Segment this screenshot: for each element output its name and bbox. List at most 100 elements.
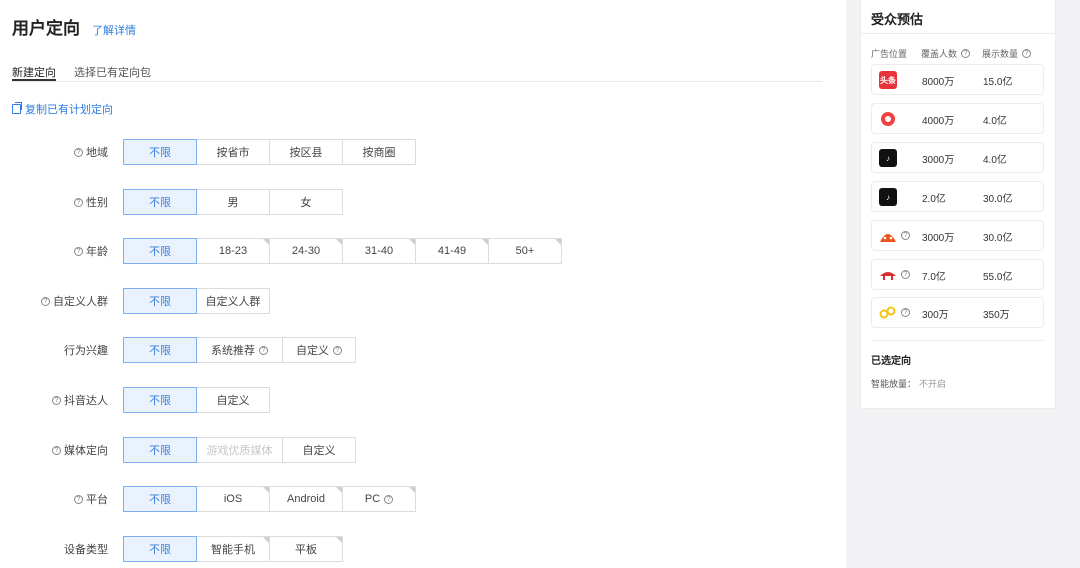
estimate-title: 受众预估	[871, 12, 924, 27]
icon-text: 头条	[880, 75, 896, 85]
option-label: 不限	[149, 544, 171, 556]
option-label: 按区县	[289, 147, 323, 159]
learn-more-link[interactable]: 了解详情	[92, 22, 136, 38]
impressions-value: 4.0亿	[983, 116, 1007, 127]
coverage-value: 4000万	[922, 116, 955, 127]
option-button[interactable]: PC?	[342, 486, 416, 512]
targeting-row: ? 性别 不限 男 女	[0, 189, 840, 215]
media-row: ♪ 2.0亿 30.0亿	[871, 181, 1044, 212]
option-label: 不限	[149, 445, 171, 457]
help-icon[interactable]: ?	[901, 231, 910, 240]
row-label-text: 抖音达人	[64, 395, 108, 407]
column-impressions: 展示数量 ?	[982, 47, 1032, 60]
option-button[interactable]: 女	[269, 189, 343, 215]
impressions-value: 30.0亿	[983, 233, 1013, 244]
option-button[interactable]: 不限	[123, 238, 197, 264]
selected-targeting-title: 已选定向	[871, 356, 911, 367]
help-icon[interactable]: ?	[1022, 49, 1032, 58]
option-label: 不限	[149, 345, 171, 357]
help-icon[interactable]: ?	[74, 246, 83, 256]
page-header: 用户定向 了解详情	[12, 14, 136, 39]
option-button[interactable]: 不限	[123, 536, 197, 562]
copy-targeting-label: 复制已有计划定向	[25, 104, 113, 116]
option-group: 不限 按省市 按区县 按商圈	[123, 139, 416, 165]
impressions-value: 4.0亿	[983, 155, 1007, 166]
option-button[interactable]: 按省市	[196, 139, 270, 165]
option-button[interactable]: 24-30	[269, 238, 343, 264]
help-icon[interactable]: ?	[384, 494, 394, 504]
option-label: 系统推荐	[211, 345, 255, 357]
coverage-value: 2.0亿	[922, 194, 946, 205]
option-button: 游戏优质媒体	[196, 437, 283, 463]
row-label: ? 媒体定向	[0, 442, 108, 458]
help-icon[interactable]: ?	[901, 270, 910, 279]
option-button[interactable]: Android	[269, 486, 343, 512]
row-label-text: 性别	[86, 197, 108, 209]
option-button[interactable]: 自定义	[282, 437, 356, 463]
option-label: 男	[227, 197, 239, 209]
option-button[interactable]: 平板	[269, 536, 343, 562]
option-label: 24-30	[291, 245, 321, 257]
row-label-text: 媒体定向	[64, 445, 108, 457]
option-button[interactable]: 41-49	[415, 238, 489, 264]
help-icon[interactable]: ?	[74, 147, 83, 157]
coverage-value: 3000万	[922, 155, 955, 166]
help-icon[interactable]: ?	[901, 308, 910, 317]
tab-existing-package[interactable]: 选择已有定向包	[74, 64, 151, 81]
huoshan-icon	[879, 227, 897, 245]
coverage-value: 300万	[922, 310, 949, 321]
option-button[interactable]: 智能手机	[196, 536, 270, 562]
help-icon[interactable]: ?	[961, 49, 971, 58]
option-button[interactable]: 不限	[123, 189, 197, 215]
column-coverage-label: 覆盖人数	[921, 49, 958, 59]
option-label: 31-40	[364, 245, 394, 257]
media-row: ? 300万 350万	[871, 297, 1044, 328]
option-group: 不限 18-23 24-30 31-40 41-49 50+	[123, 238, 562, 264]
option-button[interactable]: 自定义人群	[196, 288, 270, 314]
targeting-row: 行为兴趣 不限 系统推荐? 自定义?	[0, 337, 840, 363]
impressions-value: 30.0亿	[983, 194, 1013, 205]
option-button[interactable]: 按区县	[269, 139, 343, 165]
option-button[interactable]: 不限	[123, 387, 197, 413]
option-button[interactable]: 不限	[123, 139, 197, 165]
option-button[interactable]: 18-23	[196, 238, 270, 264]
help-icon[interactable]: ?	[74, 494, 83, 504]
option-button[interactable]: iOS	[196, 486, 270, 512]
help-icon[interactable]: ?	[74, 197, 83, 207]
row-label-text: 年龄	[86, 246, 108, 258]
option-group: 不限 智能手机 平板	[123, 536, 343, 562]
targeting-row: 设备类型 不限 智能手机 平板	[0, 536, 840, 562]
help-icon[interactable]: ?	[52, 395, 61, 405]
help-icon[interactable]: ?	[333, 345, 342, 355]
option-button[interactable]: 系统推荐?	[196, 337, 283, 363]
option-button[interactable]: 男	[196, 189, 270, 215]
help-icon[interactable]: ?	[41, 296, 50, 306]
tab-new-targeting[interactable]: 新建定向	[12, 64, 56, 81]
option-button[interactable]: 自定义?	[282, 337, 356, 363]
targeting-row: ? 平台 不限 iOS Android PC?	[0, 486, 840, 512]
toutiao-icon: 头条	[879, 71, 897, 89]
help-icon[interactable]: ?	[259, 345, 268, 355]
option-button[interactable]: 不限	[123, 337, 197, 363]
option-button[interactable]: 50+	[488, 238, 562, 264]
option-button[interactable]: 不限	[123, 486, 197, 512]
targeting-row: ? 地域 不限 按省市 按区县 按商圈	[0, 139, 840, 165]
option-label: 按省市	[216, 147, 250, 159]
option-group: 不限 自定义	[123, 387, 270, 413]
row-label: ? 地域	[0, 144, 108, 160]
row-label-text: 平台	[86, 494, 108, 506]
help-icon[interactable]: ?	[52, 445, 61, 455]
option-button[interactable]: 自定义	[196, 387, 270, 413]
row-label-text: 行为兴趣	[64, 345, 108, 357]
column-position-label: 广告位置	[871, 49, 908, 59]
tab-bar: 新建定向 选择已有定向包	[12, 64, 822, 82]
option-button[interactable]: 31-40	[342, 238, 416, 264]
copy-targeting-link[interactable]: 复制已有计划定向	[12, 101, 113, 117]
option-label: 不限	[149, 494, 171, 506]
smart-expansion-value: 不开启	[919, 379, 947, 389]
option-button[interactable]: 按商圈	[342, 139, 416, 165]
option-button[interactable]: 不限	[123, 437, 197, 463]
option-label: 自定义	[216, 395, 250, 407]
option-button[interactable]: 不限	[123, 288, 197, 314]
targeting-row: ? 媒体定向 不限 游戏优质媒体 自定义	[0, 437, 840, 463]
